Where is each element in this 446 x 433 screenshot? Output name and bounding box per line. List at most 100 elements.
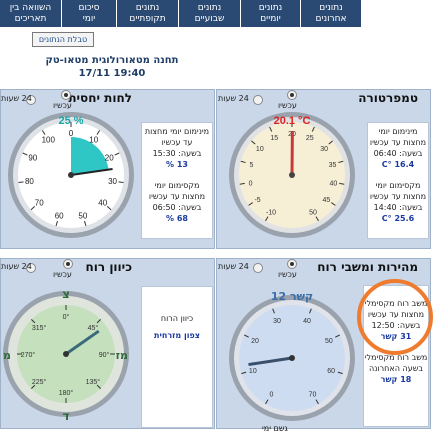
range-24h-label: 24 שעות: [218, 94, 249, 103]
tab-label: נתונים: [241, 3, 300, 14]
gauge-tick-label: 40: [98, 199, 107, 208]
gauge-readout: 25 %: [58, 115, 83, 127]
tab-label: תקופתיים: [117, 14, 178, 25]
gauge-tick-label: 50: [309, 209, 317, 216]
humidity-panel: לחות יחסית 24 שעות עכשיו 010203040506070…: [0, 89, 215, 249]
station-datetime: 17/11 19:40: [0, 68, 224, 79]
max-value: 25.6 °C: [368, 213, 428, 224]
range-now-radio[interactable]: [287, 90, 297, 100]
min-time: בשעה: 15:30: [142, 148, 212, 159]
max-value: 68 %: [142, 213, 212, 224]
wind-speed-gauge: 010203040506070 12 קשר: [227, 286, 357, 426]
temperature-panel: טמפרטורה 24 שעות עכשיו מינימום יומי מחצו…: [216, 89, 431, 249]
min-value: 13 %: [142, 159, 212, 170]
range-24h-label: 24 שעות: [218, 262, 249, 271]
max-gust-value: 31 קשר: [364, 331, 428, 342]
gauge-tick-label: 20: [251, 338, 259, 345]
wind-direction-panel: כיוון רוח 24 שעות עכשיו 0°45°90°135°180°…: [0, 258, 215, 429]
gauge-tick-label: 10: [89, 136, 98, 145]
gauge-tick-label: 135°: [86, 378, 101, 386]
gauge-tick-label: 50: [78, 211, 87, 220]
gauge-readout: 20.1 °C: [274, 115, 311, 127]
min-value: 16.4 °C: [368, 159, 428, 170]
station-name: תחנה מטאורולוגית מטאו-טק: [0, 55, 224, 66]
gauge-hub: [63, 351, 69, 357]
tab-label: אחרונים: [301, 14, 361, 25]
gauge-tick-label: 30: [320, 146, 328, 153]
tab-weekly-data[interactable]: נתונים שבועיים: [179, 0, 241, 27]
range-now-label: עכשיו: [53, 101, 72, 110]
gauge-tick-label: 15: [270, 135, 278, 142]
max-gust-label: משב רוח מקסימלי מחצות עד עכשיו: [364, 298, 428, 320]
gauge-tick: [119, 182, 124, 183]
gauge-tick-label: 0°: [63, 313, 70, 321]
gauge-tick-label: 25: [306, 135, 314, 142]
gauge-tick-label: 0: [69, 129, 74, 138]
temperature-gauge: -10-505101520253035404550 20.1 °C: [227, 110, 357, 240]
tab-label: יומיים: [241, 14, 300, 25]
gauge-readout: 12 קשר: [271, 290, 313, 303]
gauge-tick-label: 20: [105, 154, 114, 163]
min-label: מינימום יומי מחצות עד עכשיו: [368, 126, 428, 148]
range-now-label: עכשיו: [278, 270, 297, 279]
wind-speed-panel: מהירות ומשבי רוח 24 שעות עכשיו 010203040…: [216, 258, 431, 429]
range-24h-radio[interactable]: [253, 95, 263, 105]
gauge-tick-label: 70: [309, 392, 317, 399]
wind-gust-stats: משב רוח מקסימלי מחצות עד עכשיו בשעה: 12:…: [363, 285, 429, 427]
tab-periodic-data[interactable]: נתונים תקופתיים: [117, 0, 179, 27]
max-gust-time: בשעה: 12:50: [364, 320, 428, 331]
tab-daily-data[interactable]: נתונים יומיים: [241, 0, 301, 27]
compass-north-label: צ: [62, 287, 70, 301]
gauge-hub: [289, 172, 295, 178]
compass-south-label: ד: [62, 409, 69, 423]
panel-title: כיוון רוח: [86, 260, 132, 274]
range-now-radio[interactable]: [61, 90, 71, 100]
gauge-tick-label: 0: [249, 180, 253, 187]
min-time: בשעה: 06:40: [368, 148, 428, 159]
panel-title: לחות יחסית: [68, 91, 132, 105]
max-time: בשעה: 14:40: [368, 202, 428, 213]
gauge-tick-label: 5: [249, 162, 253, 169]
gauge-tick-label: 40: [329, 180, 337, 187]
gauge-tick-label: 60: [327, 368, 335, 375]
max-time: בשעה: 06:50: [142, 202, 212, 213]
gauge-tick-label: 30: [273, 318, 281, 325]
data-table-button[interactable]: טבלת הנתונים: [32, 32, 94, 47]
top-nav: השוואה בין תאריכים סיכום יומי נתונים תקו…: [0, 0, 446, 27]
tab-latest-data[interactable]: נתונים אחרונים: [301, 0, 362, 27]
max-label: מקסימום יומי מחצות עד עכשיו: [142, 180, 212, 202]
gauge-tick-label: 70: [35, 199, 44, 208]
gauge-tick-label: 40: [303, 318, 311, 325]
gauge-tick-label: 80: [25, 177, 34, 186]
tab-label: תאריכים: [0, 14, 61, 25]
gauge-tick-label: -10: [266, 209, 276, 216]
max-label: מקסימום יומי מחצות עד עכשיו: [368, 180, 428, 202]
range-24h-label: 24 שעות: [1, 262, 32, 271]
range-now-radio[interactable]: [63, 259, 73, 269]
gauge-tick-label: 100: [42, 136, 56, 145]
hour-gust-value: 18 קשר: [364, 374, 428, 385]
gauge-tick-label: 60: [55, 211, 64, 220]
tab-label: נתונים: [179, 3, 240, 14]
tab-label: שבועיים: [179, 14, 240, 25]
range-now-radio[interactable]: [287, 259, 297, 269]
gauge-tick-label: 90: [28, 154, 37, 163]
range-24h-radio[interactable]: [253, 263, 263, 273]
gauge-tick-label: 270°: [21, 351, 36, 359]
tab-label: השוואה בין: [0, 3, 61, 14]
humidity-gauge: 0102030405060708090100 25 %: [6, 110, 136, 240]
panel-title: מהירות ומשבי רוח: [317, 260, 418, 274]
gauge-tick-label: 0: [270, 392, 274, 399]
tab-label: סיכום: [62, 3, 116, 14]
tab-daily-summary[interactable]: סיכום יומי: [62, 0, 117, 27]
gauge-tick-label: 45: [323, 197, 331, 204]
compass-west-label: מ: [3, 349, 11, 362]
gauge-tick-label: 180°: [59, 389, 74, 397]
humidity-stats: מינימום יומי מחצות עד עכשיו בשעה: 15:30 …: [141, 122, 213, 239]
tab-label: נתונים: [301, 3, 361, 14]
tab-compare-dates[interactable]: השוואה בין תאריכים: [0, 0, 62, 27]
gauge-tick-label: 90°: [99, 351, 110, 359]
min-label: מינימום יומי מחצות עד עכשיו: [142, 126, 212, 148]
wind-direction-info: כיוון הרוח צפון מזרחית: [141, 286, 213, 428]
compass-east-label: מז: [116, 349, 128, 362]
